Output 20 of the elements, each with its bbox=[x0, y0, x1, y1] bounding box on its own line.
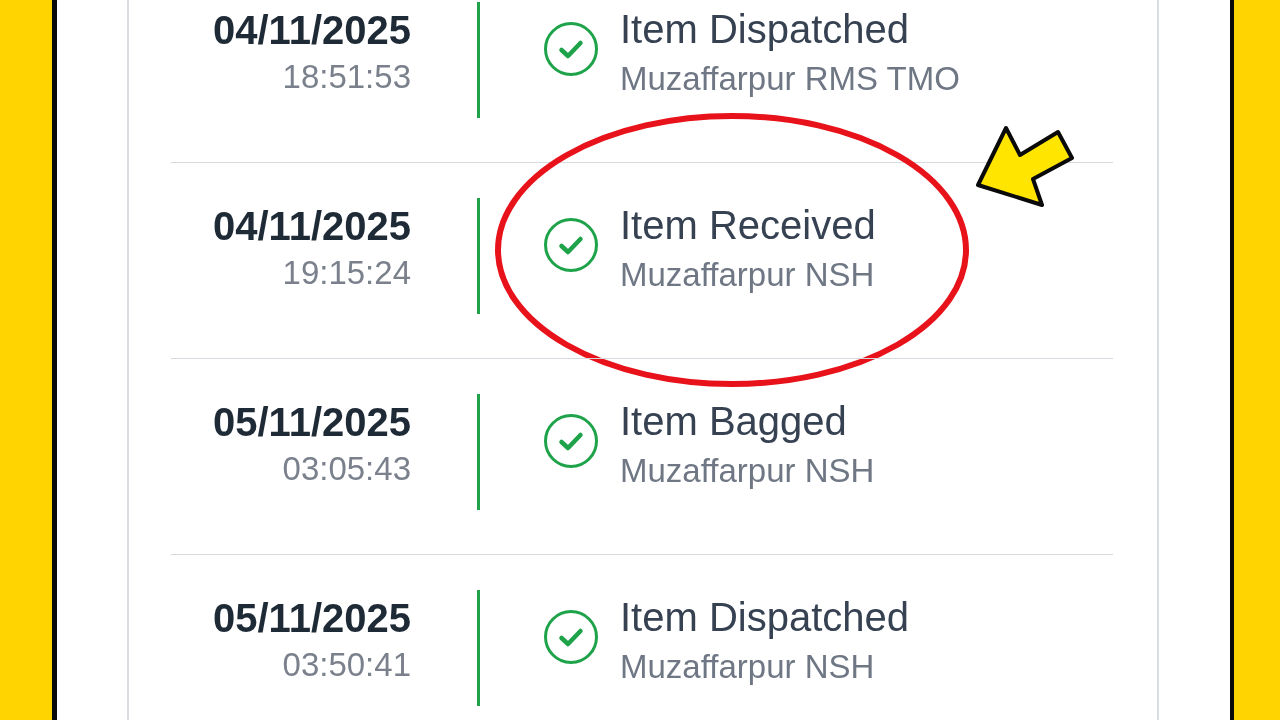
event-time: 19:15:24 bbox=[282, 253, 411, 293]
check-circle-icon bbox=[544, 22, 598, 76]
event-date: 04/11/2025 bbox=[213, 7, 411, 54]
event-date: 04/11/2025 bbox=[213, 203, 411, 250]
event-date: 05/11/2025 bbox=[213, 399, 411, 446]
event-status: Item Dispatched bbox=[620, 594, 910, 641]
event-date: 05/11/2025 bbox=[213, 595, 411, 642]
event-status: Item Bagged bbox=[620, 398, 847, 445]
check-circle-icon bbox=[544, 610, 598, 664]
event-status: Item Received bbox=[620, 202, 876, 249]
check-circle-icon bbox=[544, 218, 598, 272]
event-time: 18:51:53 bbox=[282, 57, 411, 97]
check-circle-icon bbox=[544, 414, 598, 468]
event-location: Muzaffarpur NSH bbox=[620, 255, 875, 295]
event-location: Muzaffarpur NSH bbox=[620, 451, 875, 491]
event-location: Muzaffarpur NSH bbox=[620, 647, 875, 687]
event-location: Muzaffarpur RMS TMO bbox=[620, 59, 960, 99]
event-time: 03:50:41 bbox=[282, 645, 411, 685]
event-time: 03:05:43 bbox=[282, 449, 411, 489]
event-status: Item Dispatched bbox=[620, 6, 910, 53]
